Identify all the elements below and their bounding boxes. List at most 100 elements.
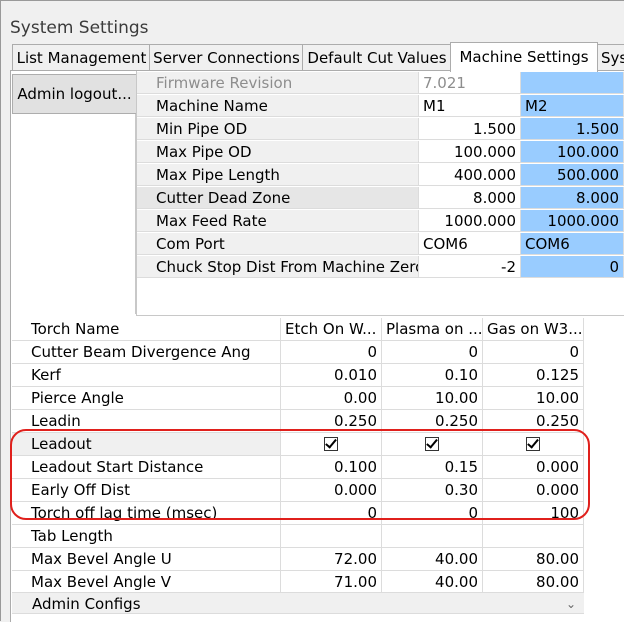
- torch-value[interactable]: 0: [382, 341, 483, 364]
- torch-row-pierce-angle: Pierce Angle 0.00 10.00 10.00: [12, 387, 584, 410]
- leadout-checkbox[interactable]: [526, 437, 540, 451]
- machine-1-value[interactable]: M1: [419, 95, 521, 117]
- torch-value[interactable]: 0.250: [483, 410, 584, 433]
- torch-row-leadout-start-distance: Leadout Start Distance 0.100 0.15 0.000: [12, 456, 584, 479]
- leadout-checkbox[interactable]: [324, 437, 338, 451]
- torch-value[interactable]: 0.010: [281, 364, 382, 387]
- machine-row-max-pipe-length: Max Pipe Length 400.000 500.000: [137, 164, 624, 187]
- admin-configs-expander[interactable]: Admin Configs ⌄: [12, 592, 584, 614]
- torch-value[interactable]: 0.000: [483, 479, 584, 502]
- machine-row-max-pipe-od: Max Pipe OD 100.000 100.000: [137, 141, 624, 164]
- tab-strip: List Management Server Connections Defau…: [12, 42, 624, 72]
- machine-2-value[interactable]: 1.500: [521, 118, 624, 140]
- machine-1-value[interactable]: -2: [419, 256, 521, 278]
- leadout-checkbox[interactable]: [425, 437, 439, 451]
- torch-row-max-bevel-u: Max Bevel Angle U 72.00 40.00 80.00: [12, 548, 584, 571]
- torch-value[interactable]: 0.000: [483, 456, 584, 479]
- tab-machine-settings[interactable]: Machine Settings: [450, 42, 598, 72]
- torch-value[interactable]: 0: [382, 502, 483, 525]
- machine-row-chuck-stop: Chuck Stop Dist From Machine Zero -2 0: [137, 256, 624, 279]
- row-label: Torch off lag time (msec): [12, 502, 281, 525]
- row-label: Min Pipe OD: [137, 118, 419, 140]
- leadout-checkbox-cell: [281, 433, 382, 456]
- machine-1-value[interactable]: 8.000: [419, 187, 521, 209]
- torch-column-header[interactable]: Gas on W3...: [483, 318, 584, 341]
- row-label: Cutter Beam Divergence Ang: [12, 341, 281, 364]
- tab-system[interactable]: Syst: [596, 44, 624, 71]
- machine-1-value[interactable]: COM6: [419, 233, 521, 255]
- torch-row-leadin: Leadin 0.250 0.250 0.250: [12, 410, 584, 433]
- machine-row-com-port: Com Port COM6 COM6: [137, 233, 624, 256]
- torch-value[interactable]: [382, 525, 483, 548]
- machine-row-cutter-dead-zone: Cutter Dead Zone 8.000 8.000: [137, 187, 624, 210]
- row-label: Pierce Angle: [12, 387, 281, 410]
- row-label: Machine Name: [137, 95, 419, 117]
- torch-row-tab-length: Tab Length: [12, 525, 584, 548]
- torch-value[interactable]: 0.15: [382, 456, 483, 479]
- torch-value[interactable]: 0.250: [382, 410, 483, 433]
- window-title: System Settings: [10, 18, 149, 38]
- torch-value[interactable]: 0: [281, 341, 382, 364]
- torch-value[interactable]: 0: [281, 502, 382, 525]
- torch-column-header[interactable]: Plasma on ...: [382, 318, 483, 341]
- admin-pane: [11, 112, 136, 314]
- machine-2-value[interactable]: 8.000: [521, 187, 624, 209]
- torch-value[interactable]: 0.30: [382, 479, 483, 502]
- torch-value[interactable]: 40.00: [382, 548, 483, 571]
- torch-name-header: Torch Name: [12, 318, 281, 341]
- torch-value[interactable]: 0.250: [281, 410, 382, 433]
- row-label: Leadout Start Distance: [12, 456, 281, 479]
- machine-1-value[interactable]: 400.000: [419, 164, 521, 186]
- torch-column-header[interactable]: Etch On W...: [281, 318, 382, 341]
- torch-value[interactable]: 71.00: [281, 571, 382, 594]
- torch-header-row: Torch Name Etch On W... Plasma on ... Ga…: [12, 318, 584, 341]
- admin-configs-label: Admin Configs: [32, 595, 141, 613]
- torch-value[interactable]: 80.00: [483, 571, 584, 594]
- machine-row-min-pipe-od: Min Pipe OD 1.500 1.500: [137, 118, 624, 141]
- admin-logout-button[interactable]: Admin logout...: [12, 74, 137, 114]
- machine-1-value: 7.021: [419, 72, 521, 94]
- row-label: Firmware Revision: [137, 72, 419, 94]
- machine-2-value[interactable]: 500.000: [521, 164, 624, 186]
- machine-1-value[interactable]: 100.000: [419, 141, 521, 163]
- machine-2-value[interactable]: 1000.000: [521, 210, 624, 232]
- torch-value[interactable]: 0: [483, 341, 584, 364]
- torch-value[interactable]: 80.00: [483, 548, 584, 571]
- torch-value[interactable]: 0.00: [281, 387, 382, 410]
- torch-value[interactable]: 10.00: [483, 387, 584, 410]
- row-label: Leadout: [12, 433, 281, 456]
- row-label: Chuck Stop Dist From Machine Zero: [137, 256, 419, 278]
- row-label: Max Pipe OD: [137, 141, 419, 163]
- window-left-border: [0, 0, 1, 621]
- row-label: Max Bevel Angle V: [12, 571, 281, 594]
- machine-2-value[interactable]: COM6: [521, 233, 624, 255]
- leadout-checkbox-cell: [382, 433, 483, 456]
- torch-value[interactable]: 0.000: [281, 479, 382, 502]
- chevron-down-icon[interactable]: ⌄: [566, 593, 576, 615]
- machine-2-value[interactable]: 100.000: [521, 141, 624, 163]
- machine-2-value[interactable]: M2: [521, 95, 624, 117]
- tab-default-cut-values[interactable]: Default Cut Values: [302, 44, 452, 71]
- torch-value[interactable]: 0.125: [483, 364, 584, 387]
- leadout-checkbox-cell: [483, 433, 584, 456]
- torch-row-beam-divergence: Cutter Beam Divergence Ang 0 0 0: [12, 341, 584, 364]
- torch-value[interactable]: 0.100: [281, 456, 382, 479]
- torch-value[interactable]: 40.00: [382, 571, 483, 594]
- row-label: Max Pipe Length: [137, 164, 419, 186]
- machine-row-firmware: Firmware Revision 7.021: [137, 72, 624, 95]
- torch-value[interactable]: [483, 525, 584, 548]
- torch-value[interactable]: [281, 525, 382, 548]
- machine-row-max-feed-rate: Max Feed Rate 1000.000 1000.000: [137, 210, 624, 233]
- machine-2-value[interactable]: 0: [521, 256, 624, 278]
- torch-value[interactable]: 0.10: [382, 364, 483, 387]
- torch-value[interactable]: 100: [483, 502, 584, 525]
- torch-row-torch-off-lag: Torch off lag time (msec) 0 0 100: [12, 502, 584, 525]
- row-label: Leadin: [12, 410, 281, 433]
- machine-1-value[interactable]: 1.500: [419, 118, 521, 140]
- torch-value[interactable]: 72.00: [281, 548, 382, 571]
- torch-value[interactable]: 10.00: [382, 387, 483, 410]
- tab-server-connections[interactable]: Server Connections: [149, 44, 304, 71]
- torch-row-leadout: Leadout: [12, 433, 584, 456]
- machine-1-value[interactable]: 1000.000: [419, 210, 521, 232]
- tab-list-management[interactable]: List Management: [12, 44, 151, 71]
